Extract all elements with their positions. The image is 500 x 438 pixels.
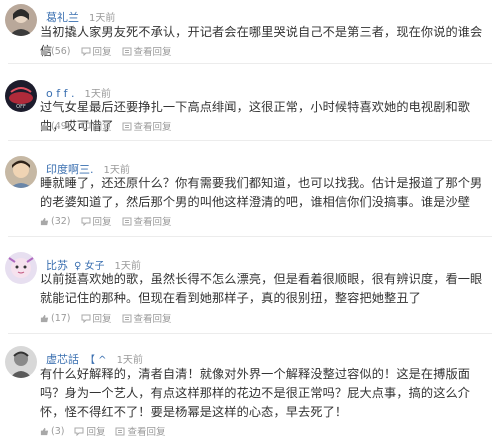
view-replies-icon <box>122 122 132 130</box>
thumbs-up-icon <box>40 47 49 55</box>
reply-label: 回复 <box>92 314 112 325</box>
reply-icon <box>81 47 91 56</box>
avatar[interactable] <box>5 156 37 188</box>
comment-actions: (32) 回复 查看回复 <box>40 214 182 228</box>
thumbs-up-icon <box>40 427 49 435</box>
reply-label: 回复 <box>92 217 112 228</box>
comment-text: 以前挺喜欢她的歌，虽然长得不怎么漂亮，但是看着很顺眼，很有辨识度，看一眼就能记住… <box>40 272 483 305</box>
reply-icon <box>81 217 91 226</box>
view-replies-label: 查看回复 <box>133 314 172 325</box>
thumbs-up-icon <box>40 314 49 322</box>
view-replies-label: 查看回复 <box>127 427 166 438</box>
view-replies-button[interactable]: 查看回复 <box>122 44 172 58</box>
reply-button[interactable]: 回复 <box>81 119 112 133</box>
like-count: (17) <box>51 312 71 324</box>
avatar[interactable] <box>5 252 37 284</box>
reply-button[interactable]: 回复 <box>74 424 105 438</box>
comment-actions: (49) 回复 查看回复 <box>40 119 182 133</box>
reply-button[interactable]: 回复 <box>81 44 112 58</box>
view-replies-icon <box>122 217 132 225</box>
view-replies-button[interactable]: 查看回复 <box>115 424 166 438</box>
view-replies-icon <box>122 314 132 322</box>
reply-label: 回复 <box>92 47 112 58</box>
like-button[interactable]: (56) <box>40 46 71 57</box>
view-replies-label: 查看回复 <box>133 217 172 228</box>
comment-list: 葛礼兰 1天前 当初撬人家男友死不承认，开记者会在哪里哭说自己不是第三者，现在你说… <box>0 0 500 438</box>
view-replies-icon <box>115 427 125 435</box>
comment-text: 睡就睡了，还还原什么？你有需要我们都知道，也可以找我。估计是报道了那个男的老婆知… <box>40 176 483 209</box>
view-replies-button[interactable]: 查看回复 <box>122 119 172 133</box>
reply-icon <box>81 314 91 323</box>
like-count: (3) <box>51 425 65 437</box>
comment-header: 虚芯話【 ^ 1天前 <box>46 348 143 366</box>
view-replies-label: 查看回复 <box>133 122 172 133</box>
comment-text: 有什么好解释的，清者自清！就像对外界一个解释没整过容似的！这是在搏版面吗？身为一… <box>40 367 471 419</box>
comment-header: 比苏 ♀ 女子 1天前 <box>46 254 141 272</box>
comment-header: 葛礼兰 1天前 <box>46 6 115 24</box>
comment-actions: (3) 回复 查看回复 <box>40 424 176 438</box>
reply-label: 回复 <box>86 427 106 438</box>
reply-icon <box>81 122 91 131</box>
reply-label: 回复 <box>92 122 112 133</box>
like-button[interactable]: (32) <box>40 216 71 227</box>
like-count: (49) <box>51 120 71 132</box>
divider <box>8 236 492 237</box>
view-replies-label: 查看回复 <box>133 47 172 58</box>
like-button[interactable]: (49) <box>40 121 71 132</box>
comment-actions: (56) 回复 查看回复 <box>40 44 182 58</box>
like-count: (32) <box>51 215 71 227</box>
divider <box>8 140 492 141</box>
avatar[interactable] <box>5 346 37 378</box>
thumbs-up-icon <box>40 122 49 130</box>
divider <box>8 333 492 334</box>
divider <box>8 63 492 64</box>
like-button[interactable]: (3) <box>40 426 64 437</box>
view-replies-icon <box>122 47 132 55</box>
view-replies-button[interactable]: 查看回复 <box>122 311 172 325</box>
reply-icon <box>74 427 84 436</box>
reply-button[interactable]: 回复 <box>81 311 112 325</box>
comment-header: 印度啊三. 1天前 <box>46 158 130 176</box>
thumbs-up-icon <box>40 217 49 225</box>
reply-button[interactable]: 回复 <box>81 214 112 228</box>
view-replies-button[interactable]: 查看回复 <box>122 214 172 228</box>
avatar[interactable] <box>5 4 37 36</box>
svg-text:OFF: OFF <box>16 104 26 110</box>
comment-actions: (17) 回复 查看回复 <box>40 311 182 325</box>
like-count: (56) <box>51 45 71 57</box>
like-button[interactable]: (17) <box>40 313 71 324</box>
avatar[interactable]: OFF <box>5 80 37 112</box>
comment-header: o f f . 1天前 <box>46 82 111 100</box>
